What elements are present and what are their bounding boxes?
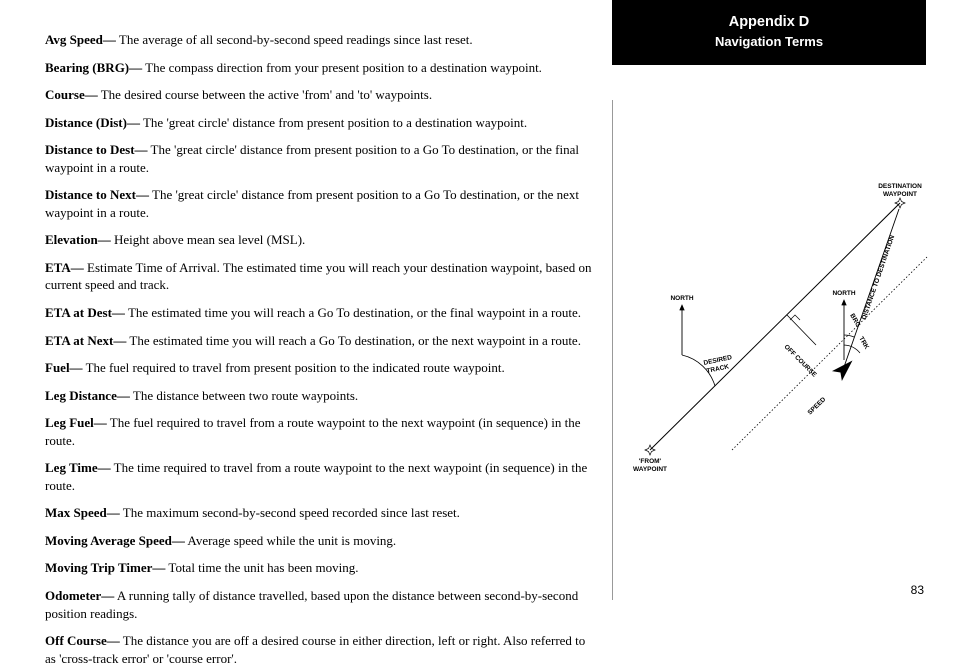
definition-desc: The desired course between the active 'f… — [98, 87, 432, 102]
definition-term: ETA at Dest— — [45, 305, 125, 320]
definition-desc: Height above mean sea level (MSL). — [111, 232, 306, 247]
label-from-waypoint: WAYPOINT — [633, 466, 667, 473]
definition-desc: The compass direction from your present … — [142, 60, 542, 75]
label-distance-to-destination: DISTANCE TO DESTINATION — [861, 234, 897, 321]
navigation-diagram: 'FROM' WAYPOINT DESTINATION WAYPOINT NOR… — [632, 175, 932, 475]
label-destination: DESTINATION — [878, 183, 922, 190]
label-from: 'FROM' — [639, 458, 662, 465]
appendix-header: Appendix D Navigation Terms — [612, 0, 926, 65]
definition-desc: A running tally of distance travelled, b… — [45, 588, 578, 621]
definition-term: ETA at Next— — [45, 333, 126, 348]
definition-term: Leg Time— — [45, 460, 111, 475]
definition-term: Distance to Next— — [45, 187, 149, 202]
definition-item: Moving Average Speed— Average speed whil… — [45, 532, 594, 550]
label-off-course: OFF COURSE — [783, 343, 819, 379]
label-brg: BRG — [848, 313, 861, 329]
definition-item: Bearing (BRG)— The compass direction fro… — [45, 59, 594, 77]
definition-desc: The average of all second-by-second spee… — [116, 32, 473, 47]
definition-item: Off Course— The distance you are off a d… — [45, 632, 594, 667]
definition-term: Course— — [45, 87, 98, 102]
definition-item: Moving Trip Timer— Total time the unit h… — [45, 559, 594, 577]
label-trk: TRK — [857, 336, 870, 351]
definition-item: Fuel— The fuel required to travel from p… — [45, 359, 594, 377]
definition-item: ETA— Estimate Time of Arrival. The estim… — [45, 259, 594, 294]
definition-term: Fuel— — [45, 360, 83, 375]
appendix-title: Appendix D — [622, 14, 916, 30]
definition-term: Moving Average Speed— — [45, 533, 185, 548]
vertical-divider — [612, 100, 613, 600]
definition-desc: The fuel required to travel from present… — [83, 360, 505, 375]
definition-term: Bearing (BRG)— — [45, 60, 142, 75]
definition-item: Max Speed— The maximum second-by-second … — [45, 504, 594, 522]
definition-item: Leg Fuel— The fuel required to travel fr… — [45, 414, 594, 449]
appendix-subtitle: Navigation Terms — [622, 34, 916, 49]
definition-item: Distance (Dist)— The 'great circle' dist… — [45, 114, 594, 132]
definition-desc: The maximum second-by-second speed recor… — [120, 505, 460, 520]
definition-item: ETA at Dest— The estimated time you will… — [45, 304, 594, 322]
definition-term: Odometer— — [45, 588, 114, 603]
definition-term: Max Speed— — [45, 505, 120, 520]
definition-term: Elevation— — [45, 232, 111, 247]
definition-term: Leg Distance— — [45, 388, 130, 403]
label-north-right: NORTH — [832, 290, 855, 297]
definition-desc: The estimated time you will reach a Go T… — [126, 333, 581, 348]
definition-item: Course— The desired course between the a… — [45, 86, 594, 104]
definition-item: Leg Distance— The distance between two r… — [45, 387, 594, 405]
definition-desc: The 'great circle' distance from present… — [140, 115, 527, 130]
definition-term: Moving Trip Timer— — [45, 560, 165, 575]
page-number: 83 — [911, 583, 924, 597]
definition-desc: The fuel required to travel from a route… — [45, 415, 581, 448]
definitions-list: Avg Speed— The average of all second-by-… — [45, 31, 594, 667]
label-north-left: NORTH — [670, 295, 693, 302]
definition-item: Odometer— A running tally of distance tr… — [45, 587, 594, 622]
definition-term: ETA— — [45, 260, 84, 275]
definition-item: ETA at Next— The estimated time you will… — [45, 332, 594, 350]
definition-term: Avg Speed— — [45, 32, 116, 47]
definition-item: Leg Time— The time required to travel fr… — [45, 459, 594, 494]
definition-item: Distance to Next— The 'great circle' dis… — [45, 186, 594, 221]
label-destination-waypoint: WAYPOINT — [883, 191, 917, 198]
definition-desc: The time required to travel from a route… — [45, 460, 587, 493]
definition-term: Leg Fuel— — [45, 415, 107, 430]
definition-desc: The distance you are off a desired cours… — [45, 633, 585, 666]
definition-desc: The distance between two route waypoints… — [130, 388, 358, 403]
definition-desc: Estimate Time of Arrival. The estimated … — [45, 260, 592, 293]
definition-desc: The estimated time you will reach a Go T… — [125, 305, 581, 320]
definition-item: Elevation— Height above mean sea level (… — [45, 231, 594, 249]
definition-item: Distance to Dest— The 'great circle' dis… — [45, 141, 594, 176]
definition-desc: Average speed while the unit is moving. — [185, 533, 396, 548]
definition-term: Distance to Dest— — [45, 142, 148, 157]
definition-term: Off Course— — [45, 633, 120, 648]
definition-term: Distance (Dist)— — [45, 115, 140, 130]
definition-desc: Total time the unit has been moving. — [165, 560, 358, 575]
label-speed: SPEED — [807, 396, 828, 417]
definition-item: Avg Speed— The average of all second-by-… — [45, 31, 594, 49]
